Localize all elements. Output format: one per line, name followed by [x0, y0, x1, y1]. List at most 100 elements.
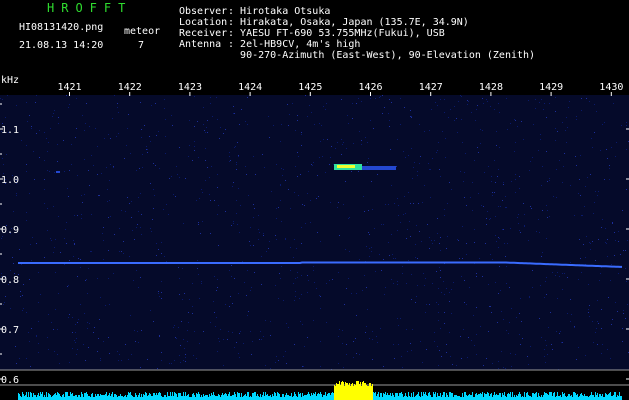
noise-speck: [76, 338, 77, 339]
level-bar: [170, 392, 171, 400]
noise-speck: [441, 356, 442, 357]
noise-speck: [249, 241, 250, 242]
noise-speck: [290, 208, 291, 209]
noise-speck: [40, 294, 41, 295]
noise-speck: [467, 357, 468, 358]
noise-speck: [322, 156, 323, 157]
noise-speck: [550, 312, 551, 313]
level-bar: [193, 393, 194, 400]
level-bar: [395, 393, 396, 400]
noise-speck: [602, 344, 603, 345]
noise-speck: [618, 273, 619, 274]
level-bar: [253, 393, 254, 400]
noise-speck: [234, 147, 235, 148]
level-bar: [469, 394, 470, 400]
noise-speck: [567, 127, 568, 128]
noise-speck: [157, 368, 158, 369]
noise-speck: [71, 164, 72, 165]
x-tick-label: 1422: [118, 82, 142, 93]
level-bar: [120, 394, 121, 400]
noise-speck: [210, 200, 211, 201]
noise-speck: [319, 123, 320, 124]
level-bar: [500, 393, 501, 400]
noise-speck: [301, 145, 302, 146]
noise-speck: [462, 258, 463, 259]
level-bar: [409, 396, 410, 400]
level-bar: [75, 395, 76, 400]
level-bar: [85, 393, 86, 400]
level-bar: [147, 396, 148, 400]
noise-speck: [600, 273, 601, 274]
level-bar: [219, 395, 220, 400]
noise-speck: [128, 359, 129, 360]
noise-speck: [229, 270, 230, 271]
level-bar: [84, 393, 85, 400]
noise-speck: [60, 252, 61, 253]
noise-speck: [38, 343, 39, 344]
noise-speck: [401, 356, 402, 357]
noise-speck: [112, 118, 113, 119]
level-bar: [508, 393, 509, 400]
level-bar: [267, 394, 268, 400]
noise-speck: [238, 293, 239, 294]
noise-speck: [482, 276, 483, 277]
noise-speck: [297, 152, 298, 153]
level-bar: [180, 393, 181, 400]
noise-speck: [612, 223, 613, 224]
level-bar: [329, 393, 330, 400]
noise-speck: [541, 337, 542, 338]
noise-speck: [515, 142, 516, 143]
noise-speck: [590, 243, 591, 244]
level-bar: [169, 396, 170, 400]
noise-speck: [47, 337, 48, 338]
noise-speck: [150, 310, 151, 311]
noise-speck: [147, 149, 148, 150]
noise-speck: [183, 339, 184, 340]
level-bar: [617, 395, 618, 400]
level-bar: [558, 396, 559, 400]
noise-speck: [323, 139, 324, 140]
level-bar: [567, 396, 568, 400]
level-bar: [328, 393, 329, 400]
noise-speck: [474, 242, 475, 243]
noise-speck: [91, 214, 92, 215]
noise-speck: [515, 174, 516, 175]
noise-speck: [505, 368, 506, 369]
noise-speck: [332, 279, 333, 280]
level-bar: [151, 396, 152, 400]
noise-speck: [136, 227, 137, 228]
level-bar: [99, 396, 100, 400]
noise-speck: [444, 99, 445, 100]
noise-speck: [439, 350, 440, 351]
noise-speck: [278, 207, 279, 208]
noise-speck: [188, 156, 189, 157]
noise-speck: [506, 283, 507, 284]
noise-speck: [236, 213, 237, 214]
noise-speck: [47, 170, 48, 171]
noise-speck: [117, 103, 118, 104]
level-bar: [536, 392, 537, 400]
noise-speck: [417, 285, 418, 286]
noise-speck: [388, 113, 389, 114]
level-bar: [239, 393, 240, 400]
noise-speck: [68, 107, 69, 108]
noise-speck: [134, 330, 135, 331]
level-bar: [517, 396, 518, 400]
noise-speck: [198, 157, 199, 158]
level-bar: [482, 392, 483, 400]
noise-speck: [496, 145, 497, 146]
noise-speck: [341, 99, 342, 100]
noise-speck: [459, 258, 460, 259]
noise-speck: [138, 287, 139, 288]
noise-speck: [571, 314, 572, 315]
noise-speck: [540, 285, 541, 286]
x-tick-label: 1423: [178, 82, 202, 93]
level-bar: [372, 384, 373, 400]
noise-speck: [153, 321, 154, 322]
noise-speck: [415, 302, 416, 303]
level-bar: [107, 396, 108, 400]
noise-speck: [329, 164, 330, 165]
level-bar: [82, 394, 83, 400]
noise-speck: [189, 299, 190, 300]
noise-speck: [59, 363, 60, 364]
